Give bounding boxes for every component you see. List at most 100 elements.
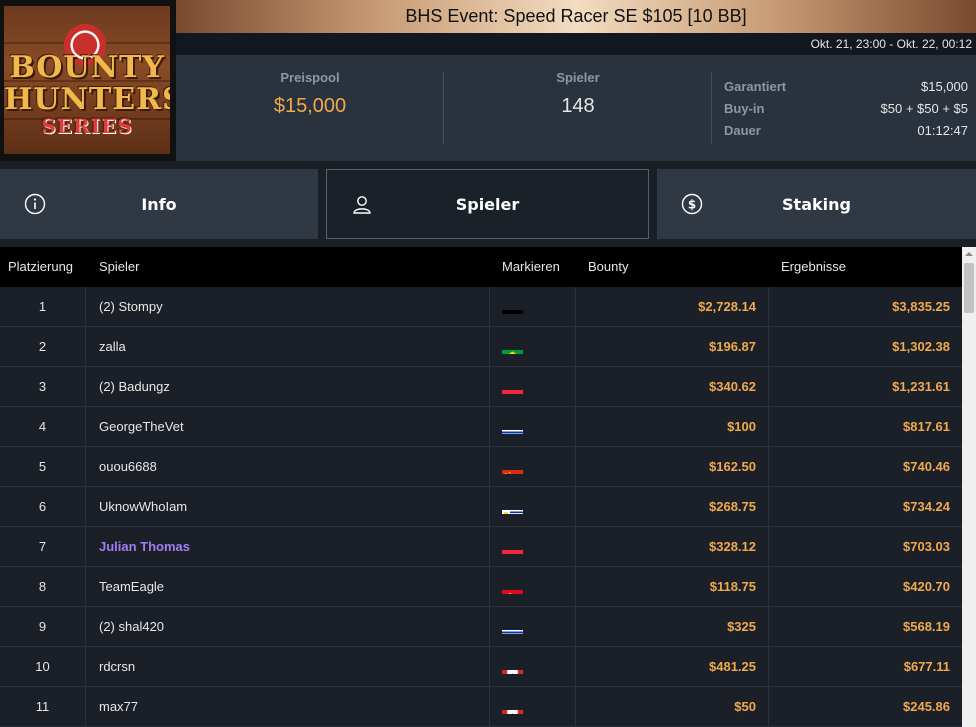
bounty-cell: $328.12 <box>576 527 769 567</box>
tab-staking[interactable]: $ Staking <box>657 169 976 239</box>
flag-cell <box>489 647 576 687</box>
flag-cell <box>489 287 576 327</box>
detail-guaranteed: Garantiert $15,000 <box>724 79 968 94</box>
bounty-cell: $325 <box>576 607 769 647</box>
player-name-cell[interactable]: TeamEagle <box>99 567 489 607</box>
table-row[interactable]: 5 ouou6688 ★ $162.50 $740.46 <box>0 447 962 487</box>
flag-ca-icon <box>502 660 523 674</box>
result-cell: $740.46 <box>903 459 950 474</box>
rank-cell: 8 <box>0 567 86 607</box>
bounty-cell: $340.62 <box>576 367 769 407</box>
prizepool-label: Preispool <box>280 70 340 85</box>
players-stat: Spieler 148 <box>444 70 712 118</box>
tab-info-label: Info <box>141 194 177 214</box>
player-name-cell[interactable]: Julian Thomas <box>99 527 489 567</box>
dollar-circle-icon: $ <box>681 193 703 215</box>
rank-cell: 10 <box>0 647 86 687</box>
detail-duration: Dauer 01:12:47 <box>724 123 968 138</box>
flag-ca-icon <box>502 700 523 714</box>
tab-bar: Info Spieler $ Staking <box>0 169 976 239</box>
player-name-cell[interactable]: GeorgeTheVet <box>99 407 489 447</box>
rank-cell: 4 <box>0 407 86 447</box>
bounty-cell: $196.87 <box>576 327 769 367</box>
flag-cell <box>489 487 576 527</box>
result-cell: $420.70 <box>903 579 950 594</box>
table-row[interactable]: 7 Julian Thomas $328.12 $703.03 <box>0 527 962 567</box>
rank-cell: 11 <box>0 687 86 727</box>
result-cell: $1,302.38 <box>892 339 950 354</box>
bounty-cell: $100 <box>576 407 769 447</box>
tab-info[interactable]: Info <box>0 169 318 239</box>
table-row[interactable]: 8 TeamEagle ★ $118.75 $420.70 <box>0 567 962 607</box>
flag-cell: ★ <box>489 567 576 607</box>
tournament-title: BHS Event: Speed Racer SE $105 [10 BB] <box>176 0 976 33</box>
table-row[interactable]: 9 (2) shal420 $325 $568.19 <box>0 607 962 647</box>
rank-cell: 3 <box>0 367 86 407</box>
prizepool-stat: Preispool $15,000 <box>176 70 444 118</box>
tab-spieler[interactable]: Spieler <box>326 169 649 239</box>
table-row[interactable]: 10 rdcrsn $481.25 $677.11 <box>0 647 962 687</box>
result-cell: $245.86 <box>903 699 950 714</box>
rank-cell: 2 <box>0 327 86 367</box>
tab-staking-label: Staking <box>782 194 851 214</box>
player-name-cell[interactable]: zalla <box>99 327 489 367</box>
header-rank[interactable]: Platzierung <box>8 247 73 287</box>
table-row[interactable]: 2 zalla $196.87 $1,302.38 <box>0 327 962 367</box>
flag-cell <box>489 687 576 727</box>
header-player[interactable]: Spieler <box>99 247 139 287</box>
bounty-cell: $50 <box>576 687 769 727</box>
info-icon <box>24 193 46 215</box>
flag-cell <box>489 327 576 367</box>
player-name-cell[interactable]: UknowWhoIam <box>99 487 489 527</box>
flag-cell <box>489 407 576 447</box>
header-result[interactable]: Ergebnisse <box>781 247 846 287</box>
flag-tr-icon: ★ <box>502 580 523 594</box>
divider <box>711 72 712 144</box>
vertical-scrollbar[interactable] <box>962 247 976 727</box>
flag-cell <box>489 607 576 647</box>
user-icon <box>353 196 371 214</box>
svg-text:★: ★ <box>504 472 509 474</box>
flag-cell: ★ <box>489 447 576 487</box>
bounty-cell: $481.25 <box>576 647 769 687</box>
table-row[interactable]: 4 GeorgeTheVet $100 $817.61 <box>0 407 962 447</box>
players-table-header: Platzierung Spieler Markieren Bounty Erg… <box>0 247 962 287</box>
table-row[interactable]: 6 UknowWhoIam $268.75 $734.24 <box>0 487 962 527</box>
flag-lu-icon <box>502 380 523 394</box>
player-name-cell[interactable]: (2) Stompy <box>99 287 489 327</box>
table-row[interactable]: 1 (2) Stompy $2,728.14 $3,835.25 <box>0 287 962 327</box>
scroll-up-icon[interactable] <box>962 247 976 261</box>
players-label: Spieler <box>556 70 600 85</box>
players-value: 148 <box>561 95 595 117</box>
table-row[interactable]: 11 max77 $50 $245.86 <box>0 687 962 727</box>
player-name-cell[interactable]: ouou6688 <box>99 447 489 487</box>
result-cell: $734.24 <box>903 499 950 514</box>
rank-cell: 1 <box>0 287 86 327</box>
result-cell: $3,835.25 <box>892 299 950 314</box>
player-name-cell[interactable]: rdcrsn <box>99 647 489 687</box>
result-cell: $1,231.61 <box>892 379 950 394</box>
flag-de-icon <box>502 300 523 314</box>
flag-cell <box>489 367 576 407</box>
rank-cell: 5 <box>0 447 86 487</box>
rank-cell: 7 <box>0 527 86 567</box>
table-row[interactable]: 3 (2) Badungz $340.62 $1,231.61 <box>0 367 962 407</box>
bounty-cell: $118.75 <box>576 567 769 607</box>
scroll-thumb[interactable] <box>964 263 974 313</box>
tab-spieler-label: Spieler <box>455 194 520 214</box>
rank-cell: 9 <box>0 607 86 647</box>
flag-il-icon <box>502 620 523 634</box>
flag-at-icon <box>502 540 523 554</box>
flag-il-icon <box>502 420 523 434</box>
player-name-cell[interactable]: (2) shal420 <box>99 607 489 647</box>
svg-text:$: $ <box>688 198 696 212</box>
flag-br-icon <box>502 340 523 354</box>
result-cell: $817.61 <box>903 419 950 434</box>
player-name-cell[interactable]: max77 <box>99 687 489 727</box>
header-bounty[interactable]: Bounty <box>588 247 628 287</box>
players-table-body: 1 (2) Stompy $2,728.14 $3,835.25 2 zalla… <box>0 287 962 727</box>
header-flag[interactable]: Markieren <box>502 247 560 287</box>
tournament-dates: Okt. 21, 23:00 - Okt. 22, 00:12 <box>176 33 976 55</box>
result-cell: $568.19 <box>903 619 950 634</box>
player-name-cell[interactable]: (2) Badungz <box>99 367 489 407</box>
